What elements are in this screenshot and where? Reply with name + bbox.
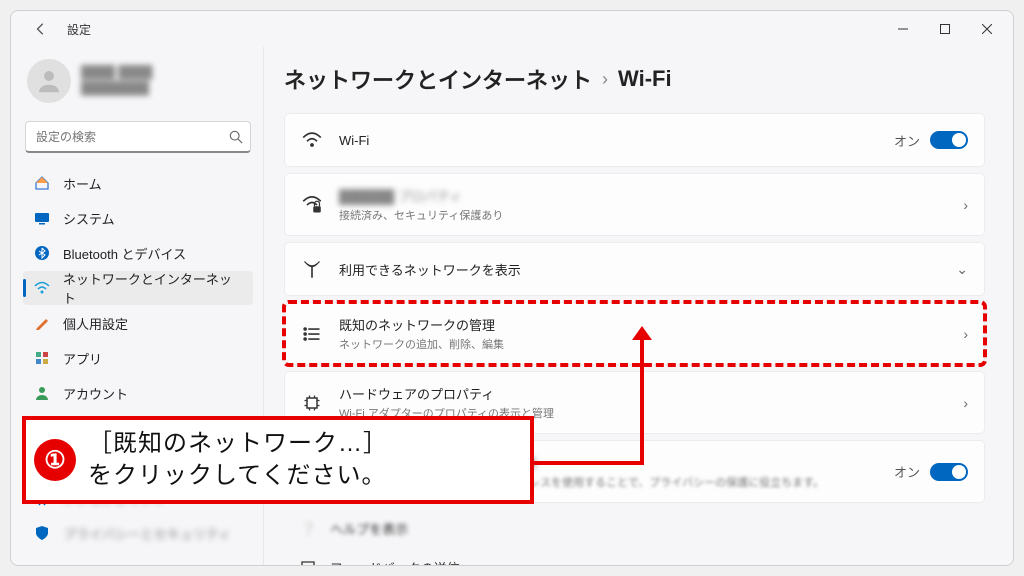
- home-icon: [33, 174, 51, 192]
- wifi-toggle[interactable]: [930, 131, 968, 149]
- nav-update[interactable]: Windows Update: [23, 551, 253, 557]
- nav-label: アプリ: [63, 349, 102, 368]
- breadcrumb: ネットワークとインターネット › Wi-Fi: [284, 55, 985, 113]
- list-icon: [301, 324, 323, 344]
- chip-icon: [301, 393, 323, 413]
- wifi-icon: [33, 279, 51, 297]
- annotation-text: ［既知のネットワーク…］ をクリックしてください。: [88, 428, 388, 493]
- window-controls: [883, 15, 1007, 43]
- nav-label: 個人用設定: [63, 314, 128, 333]
- card-title: Wi-Fi: [339, 133, 878, 148]
- antenna-icon: [301, 259, 323, 279]
- annotation-arrow-head: [632, 326, 652, 340]
- chevron-down-icon: ⌄: [956, 261, 968, 278]
- person-icon: [34, 66, 64, 96]
- card-title: ██████ プロパティ: [339, 186, 947, 205]
- wifi-icon: [301, 130, 323, 150]
- nav-account[interactable]: アカウント: [23, 376, 253, 410]
- search-icon: [229, 130, 243, 144]
- feedback-link[interactable]: フィードバックの送信: [284, 548, 985, 565]
- breadcrumb-current: Wi-Fi: [618, 66, 672, 92]
- back-button[interactable]: [25, 13, 57, 45]
- nav-label: ネットワークとインターネット: [63, 269, 243, 307]
- search-box[interactable]: [25, 121, 251, 153]
- close-icon: [982, 24, 992, 34]
- card-title: 利用できるネットワークを表示: [339, 260, 940, 279]
- arrow-left-icon: [34, 22, 48, 36]
- system-icon: [33, 209, 51, 227]
- annotation-callout: ① ［既知のネットワーク…］ をクリックしてください。: [22, 416, 534, 504]
- wifi-lock-icon: [301, 195, 323, 215]
- help-icon: ❔: [300, 521, 316, 537]
- user-block[interactable]: ████ ████████████: [21, 51, 255, 117]
- minimize-button[interactable]: [883, 15, 923, 43]
- feedback-label: フィードバックの送信: [330, 558, 460, 565]
- card-network-properties[interactable]: ██████ プロパティ接続済み、セキュリティ保護あり ›: [284, 173, 985, 236]
- chevron-right-icon: ›: [963, 197, 968, 213]
- annotation-arrow-h: [530, 461, 644, 465]
- nav-label: プライバシーとセキュリティ: [63, 524, 231, 543]
- paint-icon: [33, 314, 51, 332]
- card-wifi-toggle[interactable]: Wi-Fi オン: [284, 113, 985, 167]
- user-name: ████ ████████████: [81, 65, 152, 96]
- nav-personalize[interactable]: 個人用設定: [23, 306, 253, 340]
- minimize-icon: [898, 24, 908, 34]
- apps-icon: [33, 349, 51, 367]
- feedback-icon: [300, 560, 316, 566]
- nav-label: ホーム: [63, 174, 102, 193]
- random-hw-toggle[interactable]: [930, 463, 968, 481]
- nav-home[interactable]: ホーム: [23, 166, 253, 200]
- card-available-networks[interactable]: 利用できるネットワークを表示 ⌄: [284, 242, 985, 296]
- window-title: 設定: [67, 21, 91, 38]
- chevron-right-icon: ›: [602, 69, 608, 90]
- breadcrumb-parent[interactable]: ネットワークとインターネット: [284, 63, 592, 95]
- annotation-badge: ①: [34, 439, 76, 481]
- nav-label: Bluetooth とデバイス: [63, 244, 186, 263]
- chevron-right-icon: ›: [963, 395, 968, 411]
- toggle-state: オン: [894, 462, 920, 481]
- nav-label: アカウント: [63, 384, 128, 403]
- help-link[interactable]: ❔ヘルプを表示: [284, 509, 985, 548]
- chevron-right-icon: ›: [963, 326, 968, 342]
- annotation-arrow-v: [640, 335, 644, 465]
- account-icon: [33, 384, 51, 402]
- titlebar: 設定: [11, 11, 1013, 47]
- toggle-state: オン: [894, 131, 920, 150]
- nav-apps[interactable]: アプリ: [23, 341, 253, 375]
- search-input[interactable]: [25, 121, 251, 153]
- card-sub: 接続済み、セキュリティ保護あり: [339, 207, 947, 223]
- shield-icon: [33, 524, 51, 542]
- maximize-icon: [940, 24, 950, 34]
- nav-label: システム: [63, 209, 115, 228]
- avatar: [27, 59, 71, 103]
- close-button[interactable]: [967, 15, 1007, 43]
- bluetooth-icon: [33, 244, 51, 262]
- nav-privacy[interactable]: プライバシーとセキュリティ: [23, 516, 253, 550]
- nav-network[interactable]: ネットワークとインターネット: [23, 271, 253, 305]
- nav-bluetooth[interactable]: Bluetooth とデバイス: [23, 236, 253, 270]
- maximize-button[interactable]: [925, 15, 965, 43]
- nav-system[interactable]: システム: [23, 201, 253, 235]
